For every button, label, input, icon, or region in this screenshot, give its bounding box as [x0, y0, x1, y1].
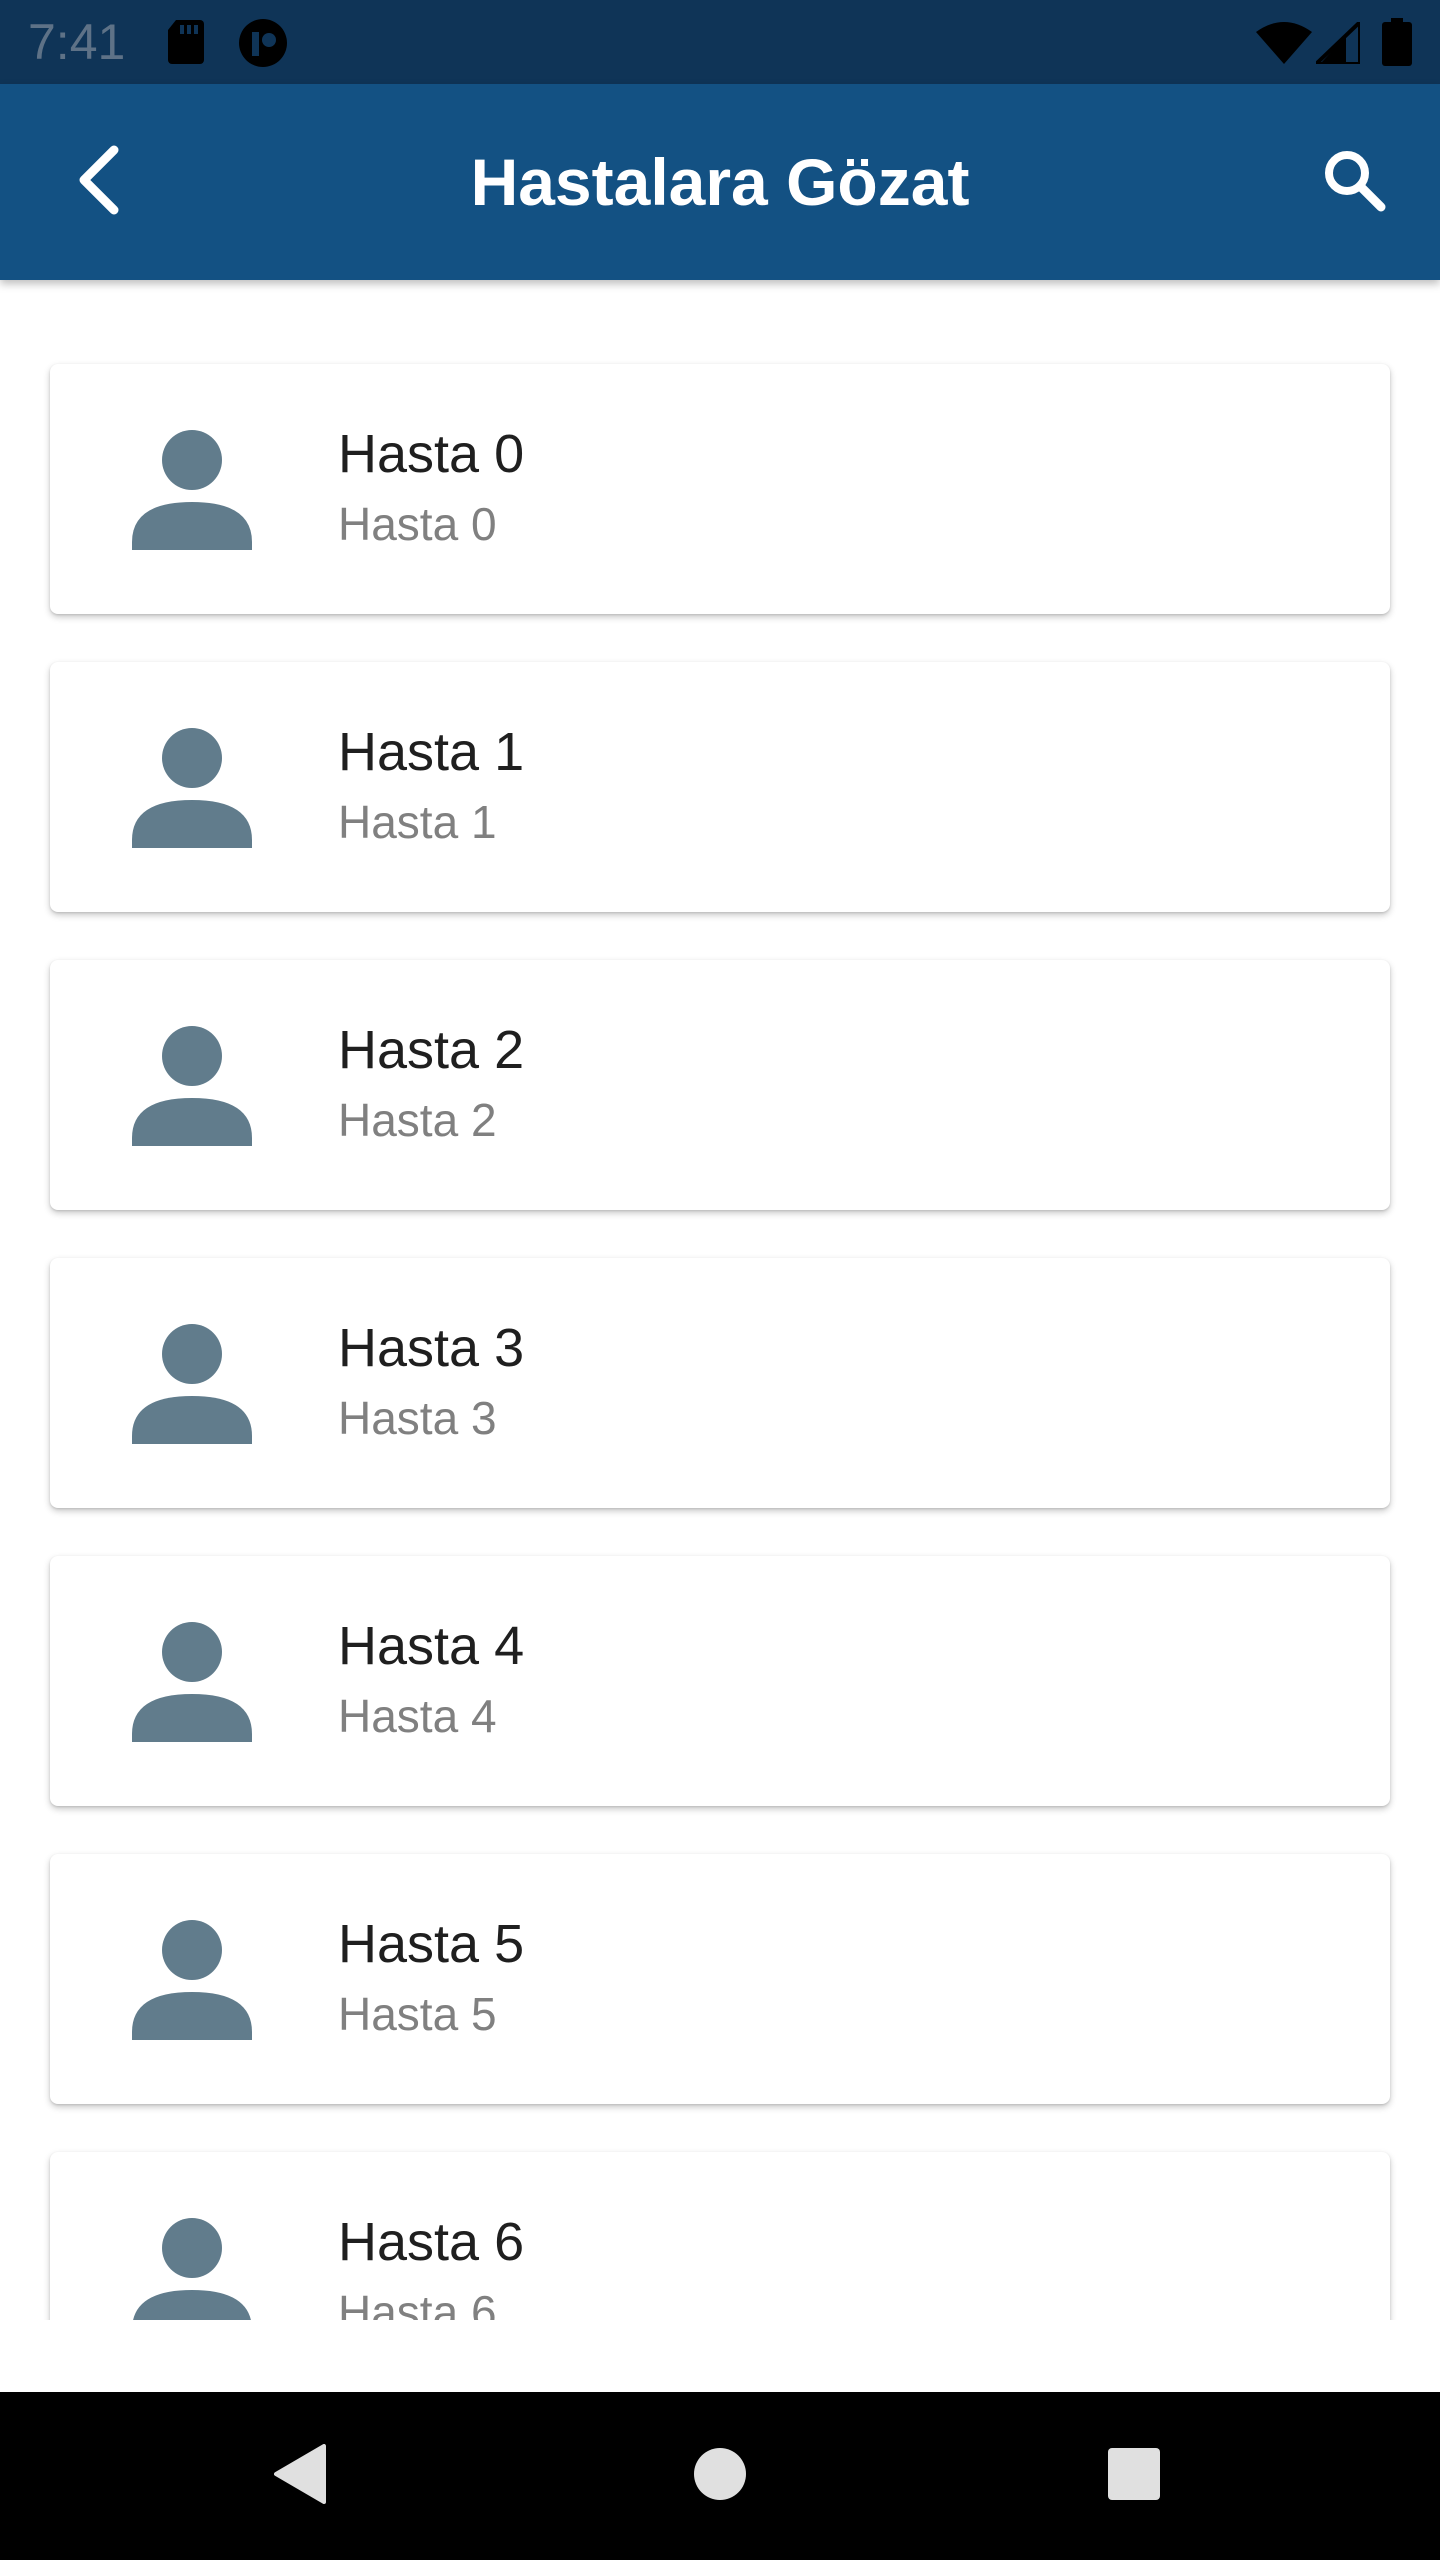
person-icon	[132, 1026, 252, 1146]
patient-subtitle: Hasta 1	[338, 796, 497, 848]
home-circle-icon	[692, 2446, 748, 2507]
search-icon	[1321, 147, 1387, 218]
patient-name: Hasta 3	[338, 1318, 525, 1378]
patient-card-0[interactable]: Hasta 0 Hasta 0	[50, 364, 1390, 614]
nav-back-button[interactable]	[250, 2426, 350, 2526]
status-time: 7:41	[28, 14, 126, 70]
patient-subtitle: Hasta 5	[338, 1988, 497, 2040]
patient-name: Hasta 4	[338, 1616, 525, 1676]
person-icon	[132, 728, 252, 848]
person-icon	[132, 1324, 252, 1444]
patient-list[interactable]: Hasta 0 Hasta 0 Hasta 1 Hasta 1 Hasta 2 …	[0, 280, 1440, 2320]
patient-card-6[interactable]: Hasta 6 Hasta 6	[50, 2152, 1390, 2320]
patient-subtitle: Hasta 6	[338, 2286, 497, 2320]
patient-subtitle: Hasta 2	[338, 1094, 497, 1146]
nav-recents-button[interactable]	[1084, 2426, 1184, 2526]
patient-name: Hasta 2	[338, 1020, 525, 1080]
sd-card-icon	[166, 20, 206, 69]
nav-home-button[interactable]	[670, 2426, 770, 2526]
app-bar: Hastalara Gözat	[0, 84, 1440, 280]
person-icon	[132, 2218, 252, 2320]
wifi-icon	[1256, 22, 1312, 69]
signal-icon	[1311, 17, 1362, 69]
patient-name: Hasta 6	[338, 2212, 525, 2272]
patient-card-1[interactable]: Hasta 1 Hasta 1	[50, 662, 1390, 912]
patient-card-5[interactable]: Hasta 5 Hasta 5	[50, 1854, 1390, 2104]
status-bar: 7:41	[0, 0, 1440, 84]
patient-subtitle: Hasta 4	[338, 1690, 497, 1742]
page-title: Hastalara Gözat	[470, 145, 970, 219]
patient-name: Hasta 5	[338, 1914, 525, 1974]
recents-square-icon	[1106, 2446, 1162, 2507]
patient-name: Hasta 1	[338, 722, 525, 782]
battery-icon	[1382, 18, 1412, 71]
notification-app-icon	[238, 18, 288, 73]
person-icon	[132, 1920, 252, 2040]
patient-subtitle: Hasta 3	[338, 1392, 497, 1444]
search-button[interactable]	[1308, 136, 1400, 228]
person-icon	[132, 430, 252, 550]
patient-subtitle: Hasta 0	[338, 498, 497, 550]
patient-name: Hasta 0	[338, 424, 525, 484]
person-icon	[132, 1622, 252, 1742]
back-triangle-icon	[270, 2442, 330, 2511]
screen: 7:41 Hastalara Gözat Hasta 0 Hasta 0 Has…	[0, 0, 1440, 2560]
patient-card-2[interactable]: Hasta 2 Hasta 2	[50, 960, 1390, 1210]
patient-card-4[interactable]: Hasta 4 Hasta 4	[50, 1556, 1390, 1806]
patient-card-3[interactable]: Hasta 3 Hasta 3	[50, 1258, 1390, 1508]
system-nav-bar	[0, 2392, 1440, 2560]
